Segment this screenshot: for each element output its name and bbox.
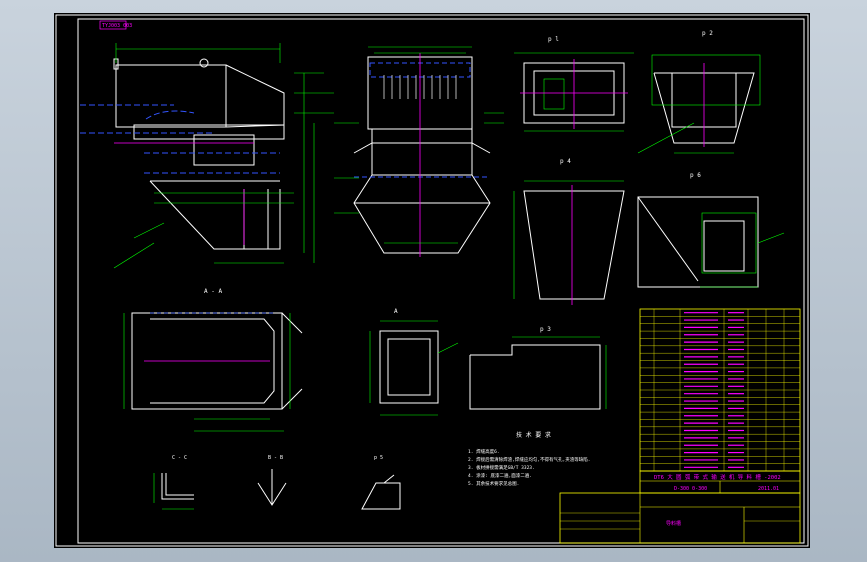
cc-dims: [153, 473, 194, 510]
title-block-project: DT6 大 圆 弧 带 式 输 送 机 导 料 槽 -2002: [654, 473, 781, 481]
view-label-pl: p l: [548, 36, 559, 43]
flange-view: [379, 330, 439, 404]
drawing-sheet: TYJ003 003 p l p 2 p 4 p 6 A - A A p 3 技…: [54, 13, 810, 548]
inner-frame: [77, 18, 805, 544]
tech-notes: 1. 焊缝高度6. 2. 焊接后需清除焊渣,焊缝应均匀,不得有气孔,夹渣等缺陷.…: [468, 448, 590, 487]
tech-note-4: 4. 涂漆: 底漆二遍,面漆二遍.: [468, 472, 532, 479]
view-label-aa: A - A: [204, 288, 222, 295]
cad-viewport: TYJ003 003 p l p 2 p 4 p 6 A - A A p 3 技…: [0, 0, 867, 562]
view-label-p4: p 4: [560, 158, 571, 165]
p2-view-dims: [637, 54, 761, 154]
title-block-name: 导料槽: [666, 520, 681, 527]
title-block: 导料槽 DT6 大 圆 弧 带 式 输 送 机 导 料 槽 -2002 D-30…: [559, 470, 801, 544]
view-label-p2: p 2: [702, 30, 713, 37]
front-view: [113, 58, 285, 250]
title-block-date: 2011.01: [758, 486, 779, 492]
front-view-dims: [113, 43, 334, 269]
p6-view-dims: [700, 212, 785, 288]
p3-view: [469, 344, 601, 410]
tech-note-3: 3. 板材拼接需满足GB/T 3323.: [468, 464, 535, 471]
p5-section: [361, 474, 401, 510]
tech-title: 技 术 要 求: [516, 431, 551, 439]
tech-note-2: 2. 焊接后需清除焊渣,焊缝应均匀,不得有气孔,夹渣等缺陷.: [468, 456, 590, 463]
tech-note-5: 5. 其余技术要求见总图.: [468, 480, 519, 487]
title-block-drawing-no: D-300 0-300: [674, 486, 707, 492]
view-label-p3: p 3: [540, 326, 551, 333]
side-view-hidden: [354, 62, 490, 178]
side-view: [353, 56, 491, 254]
view-label-p5: p 5: [374, 455, 383, 461]
bb-section: [257, 469, 287, 506]
flange-dims: [369, 320, 459, 416]
parts-list-table: [639, 308, 801, 472]
view-label-bb: B - B: [268, 455, 283, 461]
front-view-centerlines: [114, 142, 254, 245]
cc-section: [161, 473, 194, 500]
view-label-cc: C - C: [172, 455, 187, 461]
view-label-p6: p 6: [690, 172, 701, 179]
cad-drawing: TYJ003 003 p l p 2 p 4 p 6 A - A A p 3 技…: [55, 14, 809, 547]
side-view-dims: [334, 46, 504, 244]
view-label-a: A: [394, 308, 398, 315]
p4-view: [523, 190, 625, 300]
aa-view-dims: [123, 313, 291, 432]
p3-view-dims: [512, 336, 607, 409]
p6-view: [637, 196, 759, 288]
p1-view-centerline: [520, 59, 628, 129]
tech-note-1: 1. 焊缝高度6.: [468, 448, 500, 455]
title-tag-text: TYJ003 003: [102, 23, 132, 29]
